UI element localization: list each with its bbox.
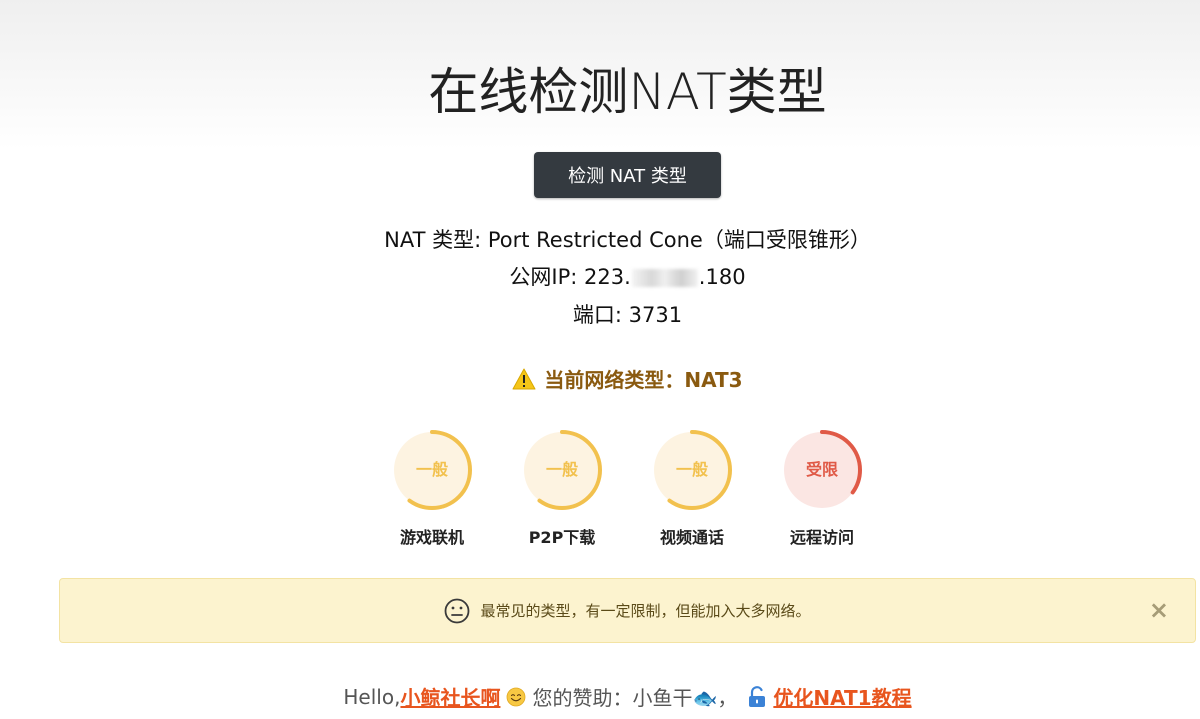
unlock-icon (749, 685, 766, 707)
gauge-gaming: 一般 游戏联机 (382, 428, 482, 548)
gauge-label: 远程访问 (789, 528, 854, 547)
smile-emoji-icon (507, 687, 526, 706)
warning-icon (512, 368, 536, 389)
nat-type-result: NAT 类型: Port Restricted Cone（端口受限锥形） (384, 228, 871, 252)
footer: Hello, 小鲸社长啊 您的赞助：小鱼干🐟， 优化NAT1教程 (0, 682, 1200, 711)
ip-redaction-mask (631, 269, 698, 287)
gauge-status: 一般 (416, 460, 448, 479)
user-name-link[interactable]: 小鲸社长啊 (400, 682, 500, 711)
nat1-tutorial-link[interactable]: 优化NAT1教程 (773, 682, 911, 711)
capability-gauges: 一般 游戏联机 一般 P2P下载 一般 视频通话 受限 远程访问 (0, 428, 1200, 558)
public-ip-suffix: .180 (698, 265, 746, 289)
detect-nat-button[interactable]: 检测 NAT 类型 (534, 152, 721, 198)
gauge-status: 受限 (806, 460, 839, 479)
public-ip-prefix: 公网IP: 223. (509, 265, 631, 289)
close-icon[interactable]: × (1149, 597, 1169, 623)
gauge-status: 一般 (676, 460, 708, 479)
port-result: 端口: 3731 (572, 303, 683, 327)
nat-level-text: 当前网络类型：NAT3 (544, 368, 743, 392)
gauge-p2p: 一般 P2P下载 (512, 428, 612, 548)
public-ip-result: 公网IP: 223. .180 (0, 261, 1200, 291)
gauge-status: 一般 (546, 460, 578, 479)
gauge-label: 游戏联机 (399, 528, 464, 547)
footer-hello: Hello, (343, 684, 401, 709)
gauge-video-call: 一般 视频通话 (642, 428, 742, 548)
alert-text: 最常见的类型，有一定限制，但能加入大多网络。 (480, 602, 811, 620)
gauge-ring: 一般 (652, 430, 732, 510)
gauge-ring: 一般 (392, 430, 472, 510)
nat-description-alert: 最常见的类型，有一定限制，但能加入大多网络。 × (59, 578, 1196, 643)
gauge-label: P2P下载 (528, 528, 596, 547)
gauge-remote-access: 受限 远程访问 (772, 428, 872, 548)
nat-level-indicator: 当前网络类型：NAT3 (0, 364, 1200, 393)
gauge-ring: 一般 (522, 430, 602, 510)
sponsor-text: 您的赞助：小鱼干🐟， (532, 686, 738, 710)
neutral-face-icon (445, 598, 470, 623)
page-title: 在线检测NAT类型 (428, 63, 827, 121)
gauge-ring: 受限 (782, 430, 862, 510)
gauge-label: 视频通话 (659, 528, 724, 547)
